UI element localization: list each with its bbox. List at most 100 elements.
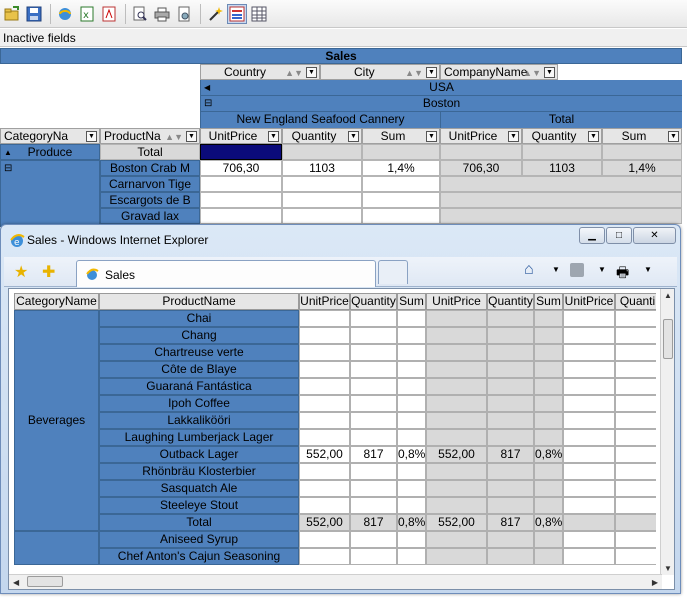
page-setup-icon[interactable] [174, 4, 194, 24]
field-city[interactable]: City ▲▼ ▼ [320, 64, 440, 80]
grid-data-cell[interactable]: 0,8% [534, 446, 563, 463]
pivot-data-cell[interactable]: 706,30 [200, 160, 282, 176]
grid-category-cell[interactable] [14, 531, 99, 565]
grid-data-cell[interactable] [534, 412, 563, 429]
scroll-right-icon[interactable]: ▶ [652, 578, 658, 587]
grid-data-cell[interactable] [534, 531, 563, 548]
grid-data-cell[interactable] [426, 429, 487, 446]
measure-header[interactable]: UnitPrice ▼ [200, 128, 282, 144]
grid-data-cell[interactable] [534, 463, 563, 480]
grid-data-cell[interactable] [397, 497, 426, 514]
dropdown-icon[interactable]: ▼ [508, 131, 519, 142]
export-pdf-icon[interactable] [99, 4, 119, 24]
print-icon[interactable] [152, 4, 172, 24]
grid-data-cell[interactable] [299, 497, 350, 514]
grid-data-cell[interactable] [563, 497, 615, 514]
grid-column-header[interactable]: Sum [534, 293, 563, 310]
pivot-total-cell[interactable] [440, 144, 522, 160]
grid-data-cell[interactable] [350, 361, 397, 378]
grid-data-cell[interactable] [534, 344, 563, 361]
grid-data-cell[interactable] [534, 378, 563, 395]
grid-data-cell[interactable] [487, 463, 534, 480]
feeds-icon[interactable] [570, 263, 584, 277]
pivot-total-cell[interactable]: 1,4% [602, 160, 682, 176]
grid-data-cell[interactable] [487, 531, 534, 548]
field-country[interactable]: Country ▲▼ ▼ [200, 64, 320, 80]
grid-data-cell[interactable] [426, 310, 487, 327]
measure-header[interactable]: Quantity ▼ [282, 128, 362, 144]
grid-data-cell[interactable]: 552,00 [426, 446, 487, 463]
add-favorites-icon[interactable]: ✚ [42, 262, 55, 282]
grid-data-cell[interactable] [615, 327, 656, 344]
scroll-thumb[interactable] [663, 319, 673, 359]
grid-data-cell[interactable] [615, 548, 656, 565]
pivot-total-cell[interactable] [522, 144, 602, 160]
grid-data-cell[interactable] [299, 395, 350, 412]
grid-data-cell[interactable] [534, 480, 563, 497]
scroll-down-icon[interactable]: ▼ [664, 564, 672, 573]
country-header[interactable]: ◀ USA [200, 80, 682, 96]
grid-data-cell[interactable] [563, 429, 615, 446]
dropdown-icon[interactable]: ▼ [306, 67, 317, 78]
grid-column-header[interactable]: UnitPrice [426, 293, 487, 310]
minimize-button[interactable]: ▁ [579, 227, 605, 244]
grid-data-cell[interactable] [615, 361, 656, 378]
grid-data-cell[interactable] [426, 480, 487, 497]
grid-data-cell[interactable] [397, 463, 426, 480]
grid-data-cell[interactable] [397, 548, 426, 565]
grid-data-cell[interactable] [426, 327, 487, 344]
grid-column-header[interactable]: Quantity [350, 293, 397, 310]
pivot-data-cell[interactable] [362, 192, 440, 208]
grid-data-cell[interactable] [350, 378, 397, 395]
grid-data-cell[interactable] [487, 497, 534, 514]
grid-data-cell[interactable] [615, 514, 656, 531]
chevron-down-icon[interactable]: ▼ [598, 265, 606, 274]
grid-data-cell[interactable] [350, 548, 397, 565]
collapse-icon[interactable]: ◀ [204, 80, 210, 95]
field-productname[interactable]: ProductNa ▲▼ ▼ [100, 128, 200, 144]
grid-data-cell[interactable] [397, 480, 426, 497]
grid-data-cell[interactable] [563, 480, 615, 497]
grid-data-cell[interactable] [534, 361, 563, 378]
pivot-data-cell[interactable]: 1103 [282, 160, 362, 176]
grid-data-cell[interactable] [563, 327, 615, 344]
grid-data-cell[interactable] [534, 395, 563, 412]
grid-data-cell[interactable] [615, 344, 656, 361]
grid-data-cell[interactable] [615, 395, 656, 412]
dropdown-icon[interactable]: ▼ [348, 131, 359, 142]
grid-data-cell[interactable] [397, 310, 426, 327]
grid-data-cell[interactable] [397, 378, 426, 395]
grid-product-cell[interactable]: Outback Lager [99, 446, 299, 463]
measure-header[interactable]: UnitPrice ▼ [440, 128, 522, 144]
grid-data-cell[interactable] [397, 361, 426, 378]
grid-data-cell[interactable] [397, 531, 426, 548]
pivot-total-cell[interactable] [282, 144, 362, 160]
grid-data-cell[interactable] [615, 310, 656, 327]
tab-sales[interactable]: Sales [76, 260, 376, 287]
pivot-total-cell[interactable] [440, 176, 682, 192]
grid-data-cell[interactable] [426, 361, 487, 378]
grid-data-cell[interactable]: 817 [350, 514, 397, 531]
measure-header[interactable]: Sum ▼ [362, 128, 440, 144]
grid-data-cell[interactable] [487, 361, 534, 378]
pivot-total-cell[interactable]: 706,30 [440, 160, 522, 176]
maximize-button[interactable]: □ [606, 227, 632, 244]
product-row-label[interactable]: Escargots de B [100, 192, 200, 208]
pivot-total-cell[interactable] [440, 192, 682, 208]
grid-data-cell[interactable] [350, 463, 397, 480]
grid-column-header[interactable]: CategoryName [14, 293, 99, 310]
grid-data-cell[interactable] [426, 548, 487, 565]
grid-product-cell[interactable]: Chef Anton's Cajun Seasoning [99, 548, 299, 565]
grid-view-icon[interactable] [249, 4, 269, 24]
grid-data-cell[interactable] [299, 429, 350, 446]
grid-product-cell[interactable]: Guaraná Fantástica [99, 378, 299, 395]
grid-data-cell[interactable] [563, 395, 615, 412]
grid-data-cell[interactable] [563, 412, 615, 429]
new-tab-button[interactable] [378, 260, 408, 284]
grid-data-cell[interactable] [534, 429, 563, 446]
pivot-data-cell[interactable] [200, 208, 282, 224]
pivot-total-cell[interactable] [362, 144, 440, 160]
dropdown-icon[interactable]: ▼ [426, 131, 437, 142]
dropdown-icon[interactable]: ▼ [544, 67, 555, 78]
product-row-label[interactable]: Gravad lax [100, 208, 200, 224]
